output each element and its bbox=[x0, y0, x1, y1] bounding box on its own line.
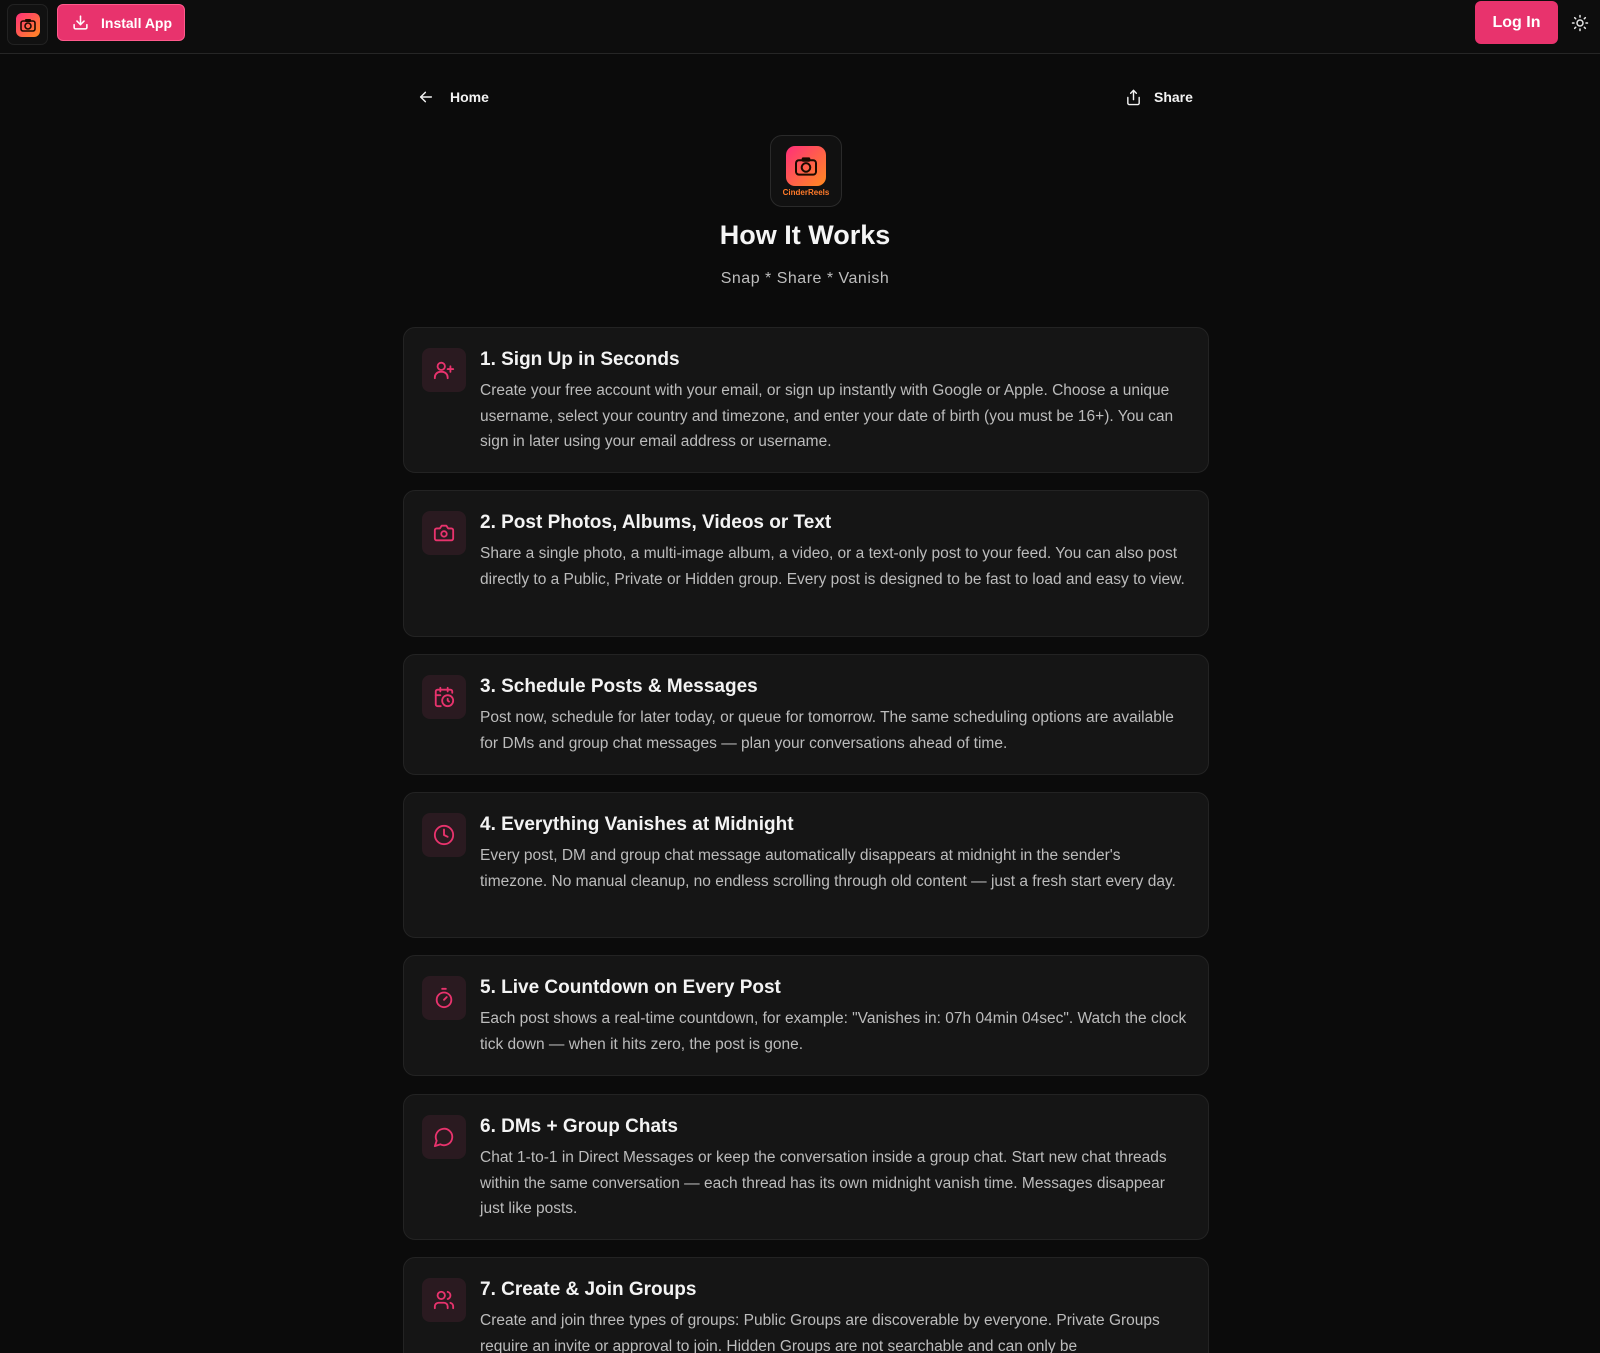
step-description: Create and join three types of groups: P… bbox=[480, 1312, 1160, 1353]
top-bar: Install App Log In bbox=[0, 0, 1600, 54]
install-app-button[interactable]: Install App bbox=[57, 4, 185, 41]
step-title: 1. Sign Up in Seconds bbox=[480, 349, 680, 370]
timer-icon bbox=[422, 976, 466, 1020]
step-description: Create your free account with your email… bbox=[480, 382, 1174, 450]
step-title: 2. Post Photos, Albums, Videos or Text bbox=[480, 512, 832, 533]
step-description: Share a single photo, a multi-image albu… bbox=[480, 545, 1185, 588]
home-link[interactable]: Home bbox=[418, 86, 489, 108]
share-label: Share bbox=[1154, 89, 1193, 105]
page-title: How It Works bbox=[719, 220, 891, 250]
step-title: 6. DMs + Group Chats bbox=[480, 1116, 678, 1137]
share-icon bbox=[1125, 89, 1142, 106]
home-label: Home bbox=[450, 89, 489, 105]
camera-logo-icon bbox=[786, 145, 826, 186]
clock-icon bbox=[422, 813, 466, 857]
app-logo[interactable] bbox=[7, 4, 48, 45]
step-card: 3. Schedule Posts & Messages Post now, s… bbox=[403, 654, 1209, 775]
camera-logo-icon bbox=[15, 12, 40, 37]
step-card: 2. Post Photos, Albums, Videos or Text S… bbox=[403, 490, 1209, 637]
message-circle-icon bbox=[422, 1115, 466, 1159]
step-card: 5. Live Countdown on Every Post Each pos… bbox=[403, 955, 1209, 1076]
share-button[interactable]: Share bbox=[1125, 86, 1193, 108]
step-description: Post now, schedule for later today, or q… bbox=[480, 709, 1174, 752]
camera-icon bbox=[422, 511, 466, 555]
step-description: Each post shows a real-time countdown, f… bbox=[480, 1010, 1187, 1053]
step-card: 4. Everything Vanishes at Midnight Every… bbox=[403, 792, 1209, 938]
step-card: 6. DMs + Group Chats Chat 1-to-1 in Dire… bbox=[403, 1094, 1209, 1240]
step-title: 7. Create & Join Groups bbox=[480, 1279, 697, 1300]
step-title: 4. Everything Vanishes at Midnight bbox=[480, 814, 794, 835]
hero-app-logo: CinderReels bbox=[770, 135, 842, 207]
download-icon bbox=[72, 14, 89, 31]
arrow-left-icon bbox=[418, 89, 434, 105]
step-card: 1. Sign Up in Seconds Create your free a… bbox=[403, 327, 1209, 473]
log-in-button[interactable]: Log In bbox=[1475, 1, 1558, 44]
step-title: 5. Live Countdown on Every Post bbox=[480, 977, 781, 998]
user-plus-icon bbox=[422, 348, 466, 392]
calendar-clock-icon bbox=[422, 675, 466, 719]
install-app-label: Install App bbox=[101, 14, 173, 31]
step-description: Every post, DM and group chat message au… bbox=[480, 847, 1176, 890]
hero-logo-text: CinderReels bbox=[782, 187, 830, 197]
step-title: 3. Schedule Posts & Messages bbox=[480, 676, 758, 697]
step-card: 7. Create & Join Groups Create and join … bbox=[403, 1257, 1209, 1353]
tagline: Snap * Share * Vanish bbox=[720, 270, 890, 287]
step-description: Chat 1-to-1 in Direct Messages or keep t… bbox=[480, 1149, 1167, 1217]
sun-icon[interactable] bbox=[1569, 12, 1591, 34]
users-icon bbox=[422, 1278, 466, 1322]
